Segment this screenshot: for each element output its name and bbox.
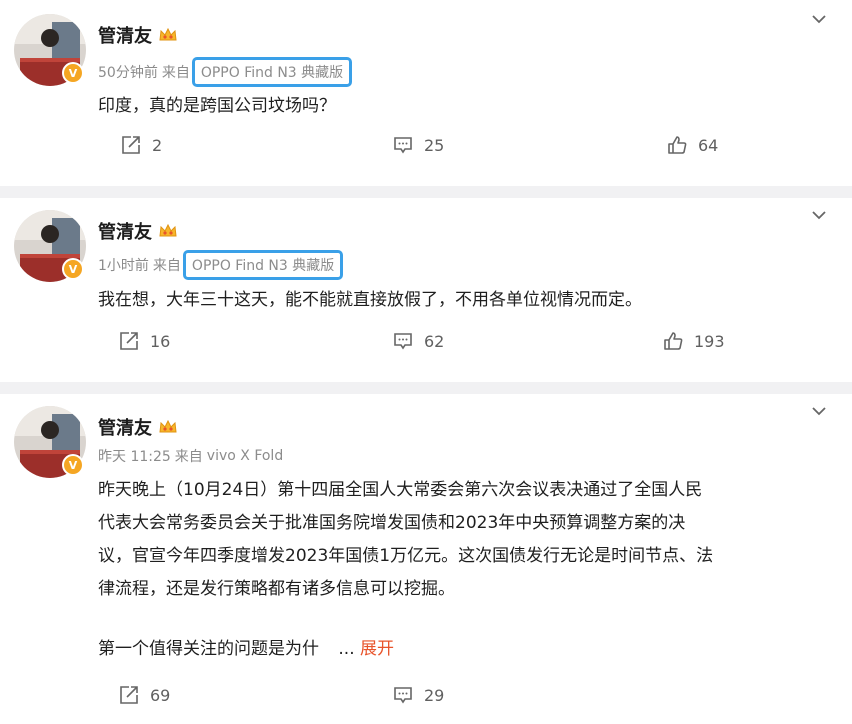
comment-icon (394, 333, 412, 350)
repost-count: 16 (150, 331, 171, 351)
repost-button[interactable]: 69 (118, 684, 170, 706)
comment-count: 62 (424, 331, 445, 351)
device-label: vivo X Fold (206, 448, 284, 464)
post-card[interactable]: V 管清友 50分钟前 来自 OPPO Find N3 典藏版 印度，真的是跨国… (0, 0, 852, 186)
author-name[interactable]: 管清友 (98, 22, 178, 48)
author-name-text[interactable]: 管清友 (98, 22, 152, 48)
like-button[interactable]: 64 (666, 134, 718, 156)
author-name[interactable]: 管清友 (98, 218, 178, 244)
like-button[interactable]: 193 (662, 330, 725, 352)
like-icon (664, 332, 683, 350)
comment-button[interactable]: 25 (392, 134, 444, 156)
post-text-line: 昨天晚上（10月24日）第十四届全国人大常委会第六次会议表决通过了全国人民 (98, 480, 703, 500)
post-card[interactable]: V 管清友 1小时前 来自 OPPO Find N3 典藏版 我在想，大年三十这… (0, 198, 852, 382)
post-card[interactable]: V 管清友 昨天 11:25 来自 vivo X Fold 昨天晚上（10月24… (0, 394, 852, 724)
comment-icon (394, 137, 412, 154)
avatar[interactable]: V (14, 14, 86, 86)
like-count: 193 (694, 331, 725, 351)
weibo-feed: V 管清友 50分钟前 来自 OPPO Find N3 典藏版 印度，真的是跨国… (0, 0, 852, 724)
verified-badge-icon: V (62, 258, 84, 280)
author-name[interactable]: 管清友 (98, 414, 178, 440)
post-time: 50分钟前 (98, 65, 158, 81)
crown-icon (159, 223, 177, 237)
device-label: OPPO Find N3 典藏版 (191, 57, 353, 87)
chevron-down-icon[interactable] (810, 206, 828, 224)
repost-count: 69 (150, 685, 171, 705)
author-name-text[interactable]: 管清友 (98, 414, 152, 440)
comment-button[interactable]: 29 (392, 684, 444, 706)
post-meta: 昨天 11:25 来自 vivo X Fold (98, 446, 283, 466)
source-prefix: 来自 (152, 258, 181, 274)
action-bar: 16 62 193 (0, 330, 852, 360)
post-meta: 50分钟前 来自 OPPO Find N3 典藏版 (98, 57, 353, 87)
expand-link[interactable]: 展开 (360, 639, 394, 659)
crown-icon (159, 27, 177, 41)
verified-badge-icon: V (62, 454, 84, 476)
post-text-tail: 第一个值得关注的问题是为什 ... 展开 (98, 633, 828, 666)
post-separator (0, 186, 852, 198)
action-bar: 2 25 64 (0, 134, 852, 164)
post-text[interactable]: 我在想，大年三十这天，能不能就直接放假了，不用各单位视情况而定。 (98, 284, 828, 317)
author-name-text[interactable]: 管清友 (98, 218, 152, 244)
device-label: OPPO Find N3 典藏版 (182, 250, 344, 280)
comment-button[interactable]: 62 (392, 330, 444, 352)
like-count: 64 (698, 135, 719, 155)
post-meta: 1小时前 来自 OPPO Find N3 典藏版 (98, 250, 344, 280)
verified-badge-icon: V (62, 62, 84, 84)
repost-icon (122, 136, 140, 154)
chevron-down-icon[interactable] (810, 402, 828, 420)
repost-icon (120, 686, 138, 704)
repost-count: 2 (152, 135, 163, 155)
repost-icon (120, 332, 138, 350)
post-time: 1小时前 (98, 258, 149, 274)
comment-icon (394, 687, 412, 704)
post-time: 昨天 11:25 (98, 449, 171, 465)
post-text-line: 代表大会常务委员会关于批准国务院增发国债和2023年中央预算调整方案的决 (98, 513, 686, 533)
repost-button[interactable]: 2 (120, 134, 162, 156)
comment-count: 29 (424, 685, 445, 705)
like-icon (668, 136, 687, 154)
comment-count: 25 (424, 135, 445, 155)
source-prefix: 来自 (174, 449, 203, 465)
post-text-line: 律流程，还是发行策略都有诸多信息可以挖掘。 (98, 579, 455, 599)
repost-button[interactable]: 16 (118, 330, 170, 352)
post-text-line: 议，官宣今年四季度增发2023年国债1万亿元。这次国债发行无论是时间节点、法 (98, 546, 714, 566)
post-text-tail-text: 第一个值得关注的问题是为什 (98, 639, 319, 659)
action-bar: 69 29 (0, 684, 852, 714)
post-separator (0, 382, 852, 394)
crown-icon (159, 419, 177, 433)
post-text[interactable]: 昨天晚上（10月24日）第十四届全国人大常委会第六次会议表决通过了全国人民 代表… (98, 474, 828, 666)
source-prefix: 来自 (161, 65, 190, 81)
avatar[interactable]: V (14, 406, 86, 478)
ellipsis: ... (338, 639, 355, 659)
chevron-down-icon[interactable] (810, 10, 828, 28)
post-text[interactable]: 印度，真的是跨国公司坟场吗？ (98, 90, 828, 123)
avatar[interactable]: V (14, 210, 86, 282)
